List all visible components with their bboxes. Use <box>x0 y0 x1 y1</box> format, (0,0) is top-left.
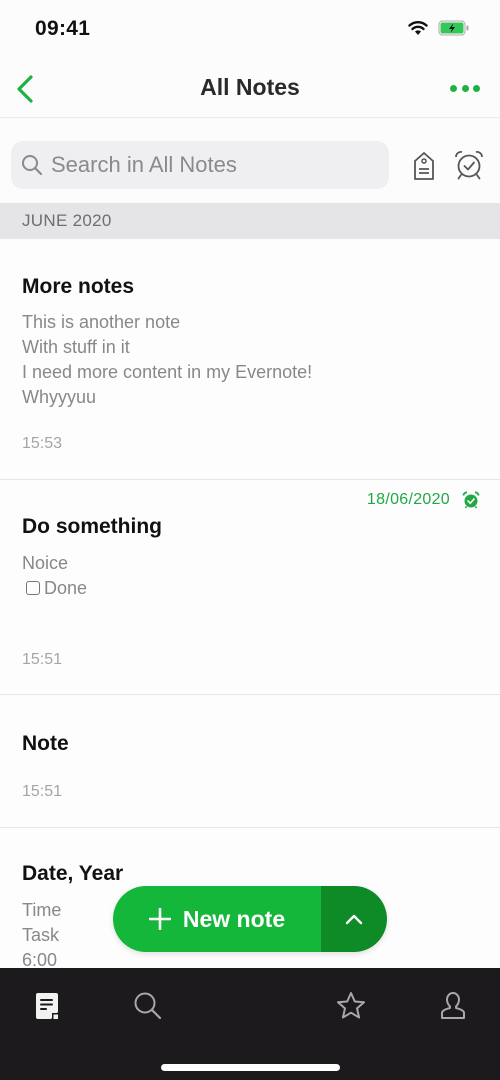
status-time: 09:41 <box>35 17 91 40</box>
plus-icon <box>148 908 171 930</box>
search-icon <box>22 155 43 176</box>
tag-icon <box>414 152 434 180</box>
home-indicator <box>161 1064 340 1071</box>
reminder-date: 18/06/2020 <box>366 491 450 508</box>
note-snippet-line: With stuff in it <box>22 337 130 357</box>
search-row <box>0 141 500 189</box>
ellipsis-icon <box>461 84 469 92</box>
note-snippet-line: Noice <box>22 553 69 573</box>
note-icon <box>36 993 58 1019</box>
ellipsis-icon <box>473 84 480 92</box>
tab-shortcuts[interactable] <box>331 986 371 1026</box>
note-snippet-line: I need more content in my Evernote! <box>22 362 313 382</box>
reminder-filter-button[interactable] <box>453 149 485 181</box>
note-title: Note <box>22 732 69 755</box>
note-snippet-line: Time <box>22 900 62 920</box>
note-time: 15:53 <box>22 435 63 452</box>
note-snippet-line: Whyyyuu <box>22 387 97 407</box>
note-title: Do something <box>22 515 162 538</box>
page-title: All Notes <box>200 74 300 100</box>
new-note-fab: New note <box>113 886 387 952</box>
note-title: More notes <box>22 275 135 298</box>
wifi-icon <box>408 21 428 35</box>
new-note-label: New note <box>182 905 286 932</box>
note-item[interactable]: Note 15:51 <box>0 695 500 828</box>
star-icon <box>337 992 365 1019</box>
note-snippet: Noice Done <box>22 551 87 601</box>
note-title: Date, Year <box>22 862 124 885</box>
checklist-item-label: Done <box>44 578 88 598</box>
status-icons <box>408 20 470 36</box>
tab-account[interactable] <box>433 986 473 1026</box>
new-note-options-button[interactable] <box>321 886 387 952</box>
chevron-up-icon <box>345 914 363 925</box>
note-snippet: Time Task 6:00 <box>22 898 61 973</box>
tab-bar <box>0 968 500 1080</box>
note-snippet-line: Task <box>22 925 60 945</box>
checkbox-icon[interactable] <box>26 581 40 595</box>
checklist-item: Done <box>22 576 87 601</box>
search-box[interactable] <box>11 141 389 189</box>
note-time: 15:51 <box>22 651 63 668</box>
search-input[interactable] <box>51 152 371 178</box>
new-note-button[interactable]: New note <box>113 886 321 952</box>
battery-charging-icon <box>438 20 469 36</box>
note-item[interactable]: More notes This is another note With stu… <box>0 240 500 480</box>
search-icon <box>134 992 162 1020</box>
tab-notes[interactable] <box>27 986 67 1026</box>
more-options-button[interactable] <box>450 77 480 99</box>
note-snippet-line: This is another note <box>22 312 181 332</box>
tab-search[interactable] <box>128 986 168 1026</box>
section-header-month: JUNE 2020 <box>0 203 500 239</box>
note-time: 15:51 <box>22 783 63 800</box>
ellipsis-icon <box>450 84 457 92</box>
alarm-clock-icon <box>462 491 480 509</box>
alarm-clock-icon <box>455 151 483 180</box>
note-snippet: This is another note With stuff in it I … <box>22 310 312 410</box>
tag-filter-button[interactable] <box>410 150 438 182</box>
status-bar: 09:41 <box>0 0 500 60</box>
user-icon <box>441 992 465 1019</box>
nav-bar: All Notes <box>0 60 500 118</box>
note-item[interactable]: 18/06/2020 Do something Noice Done 15:51 <box>0 480 500 695</box>
